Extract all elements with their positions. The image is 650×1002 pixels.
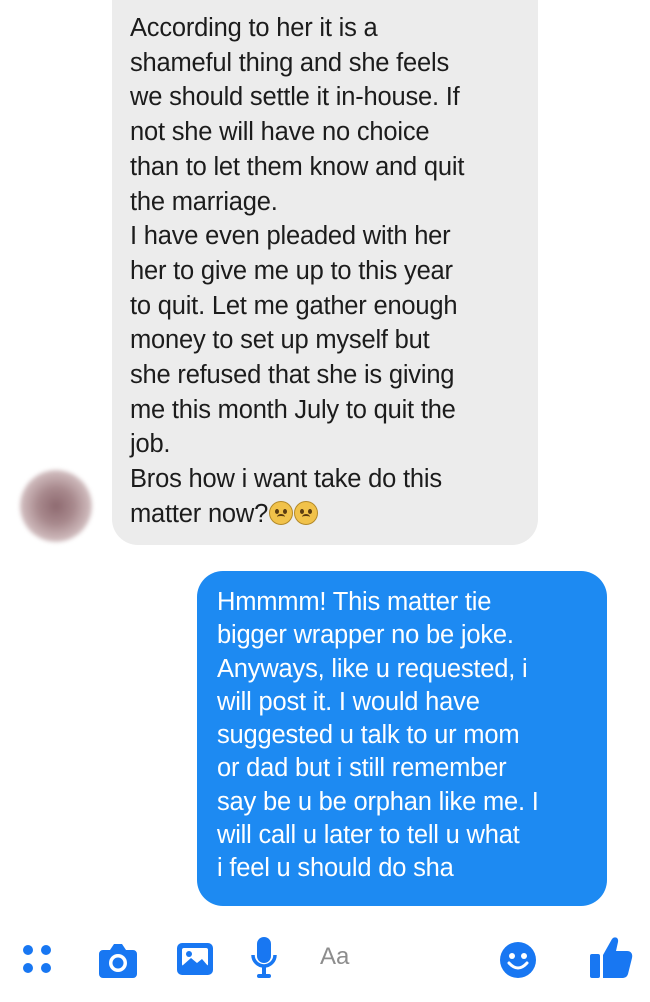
incoming-message-bubble[interactable]: According to her it is a shameful thing …	[112, 0, 538, 545]
incoming-message-text: According to her it is a shameful thing …	[130, 11, 522, 532]
camera-icon[interactable]	[97, 940, 139, 980]
worried-face-emoji	[269, 500, 294, 525]
message-input-placeholder: Aa	[320, 943, 350, 970]
microphone-icon[interactable]	[250, 935, 278, 981]
gallery-icon[interactable]	[175, 939, 215, 979]
emoji-icon[interactable]	[498, 940, 538, 980]
outgoing-message-text: Hmmmm! This matter tie bigger wrapper no…	[217, 588, 539, 883]
contact-avatar[interactable]	[20, 470, 92, 542]
outgoing-message-bubble[interactable]: Hmmmm! This matter tie bigger wrapper no…	[197, 571, 607, 906]
message-input[interactable]: Aa	[302, 934, 487, 980]
incoming-message-body: According to her it is a shameful thing …	[130, 14, 465, 528]
more-options-icon[interactable]	[22, 944, 52, 974]
chat-thread: According to her it is a shameful thing …	[0, 0, 650, 920]
worried-face-emoji	[294, 500, 319, 525]
thumbs-up-icon[interactable]	[586, 933, 634, 981]
